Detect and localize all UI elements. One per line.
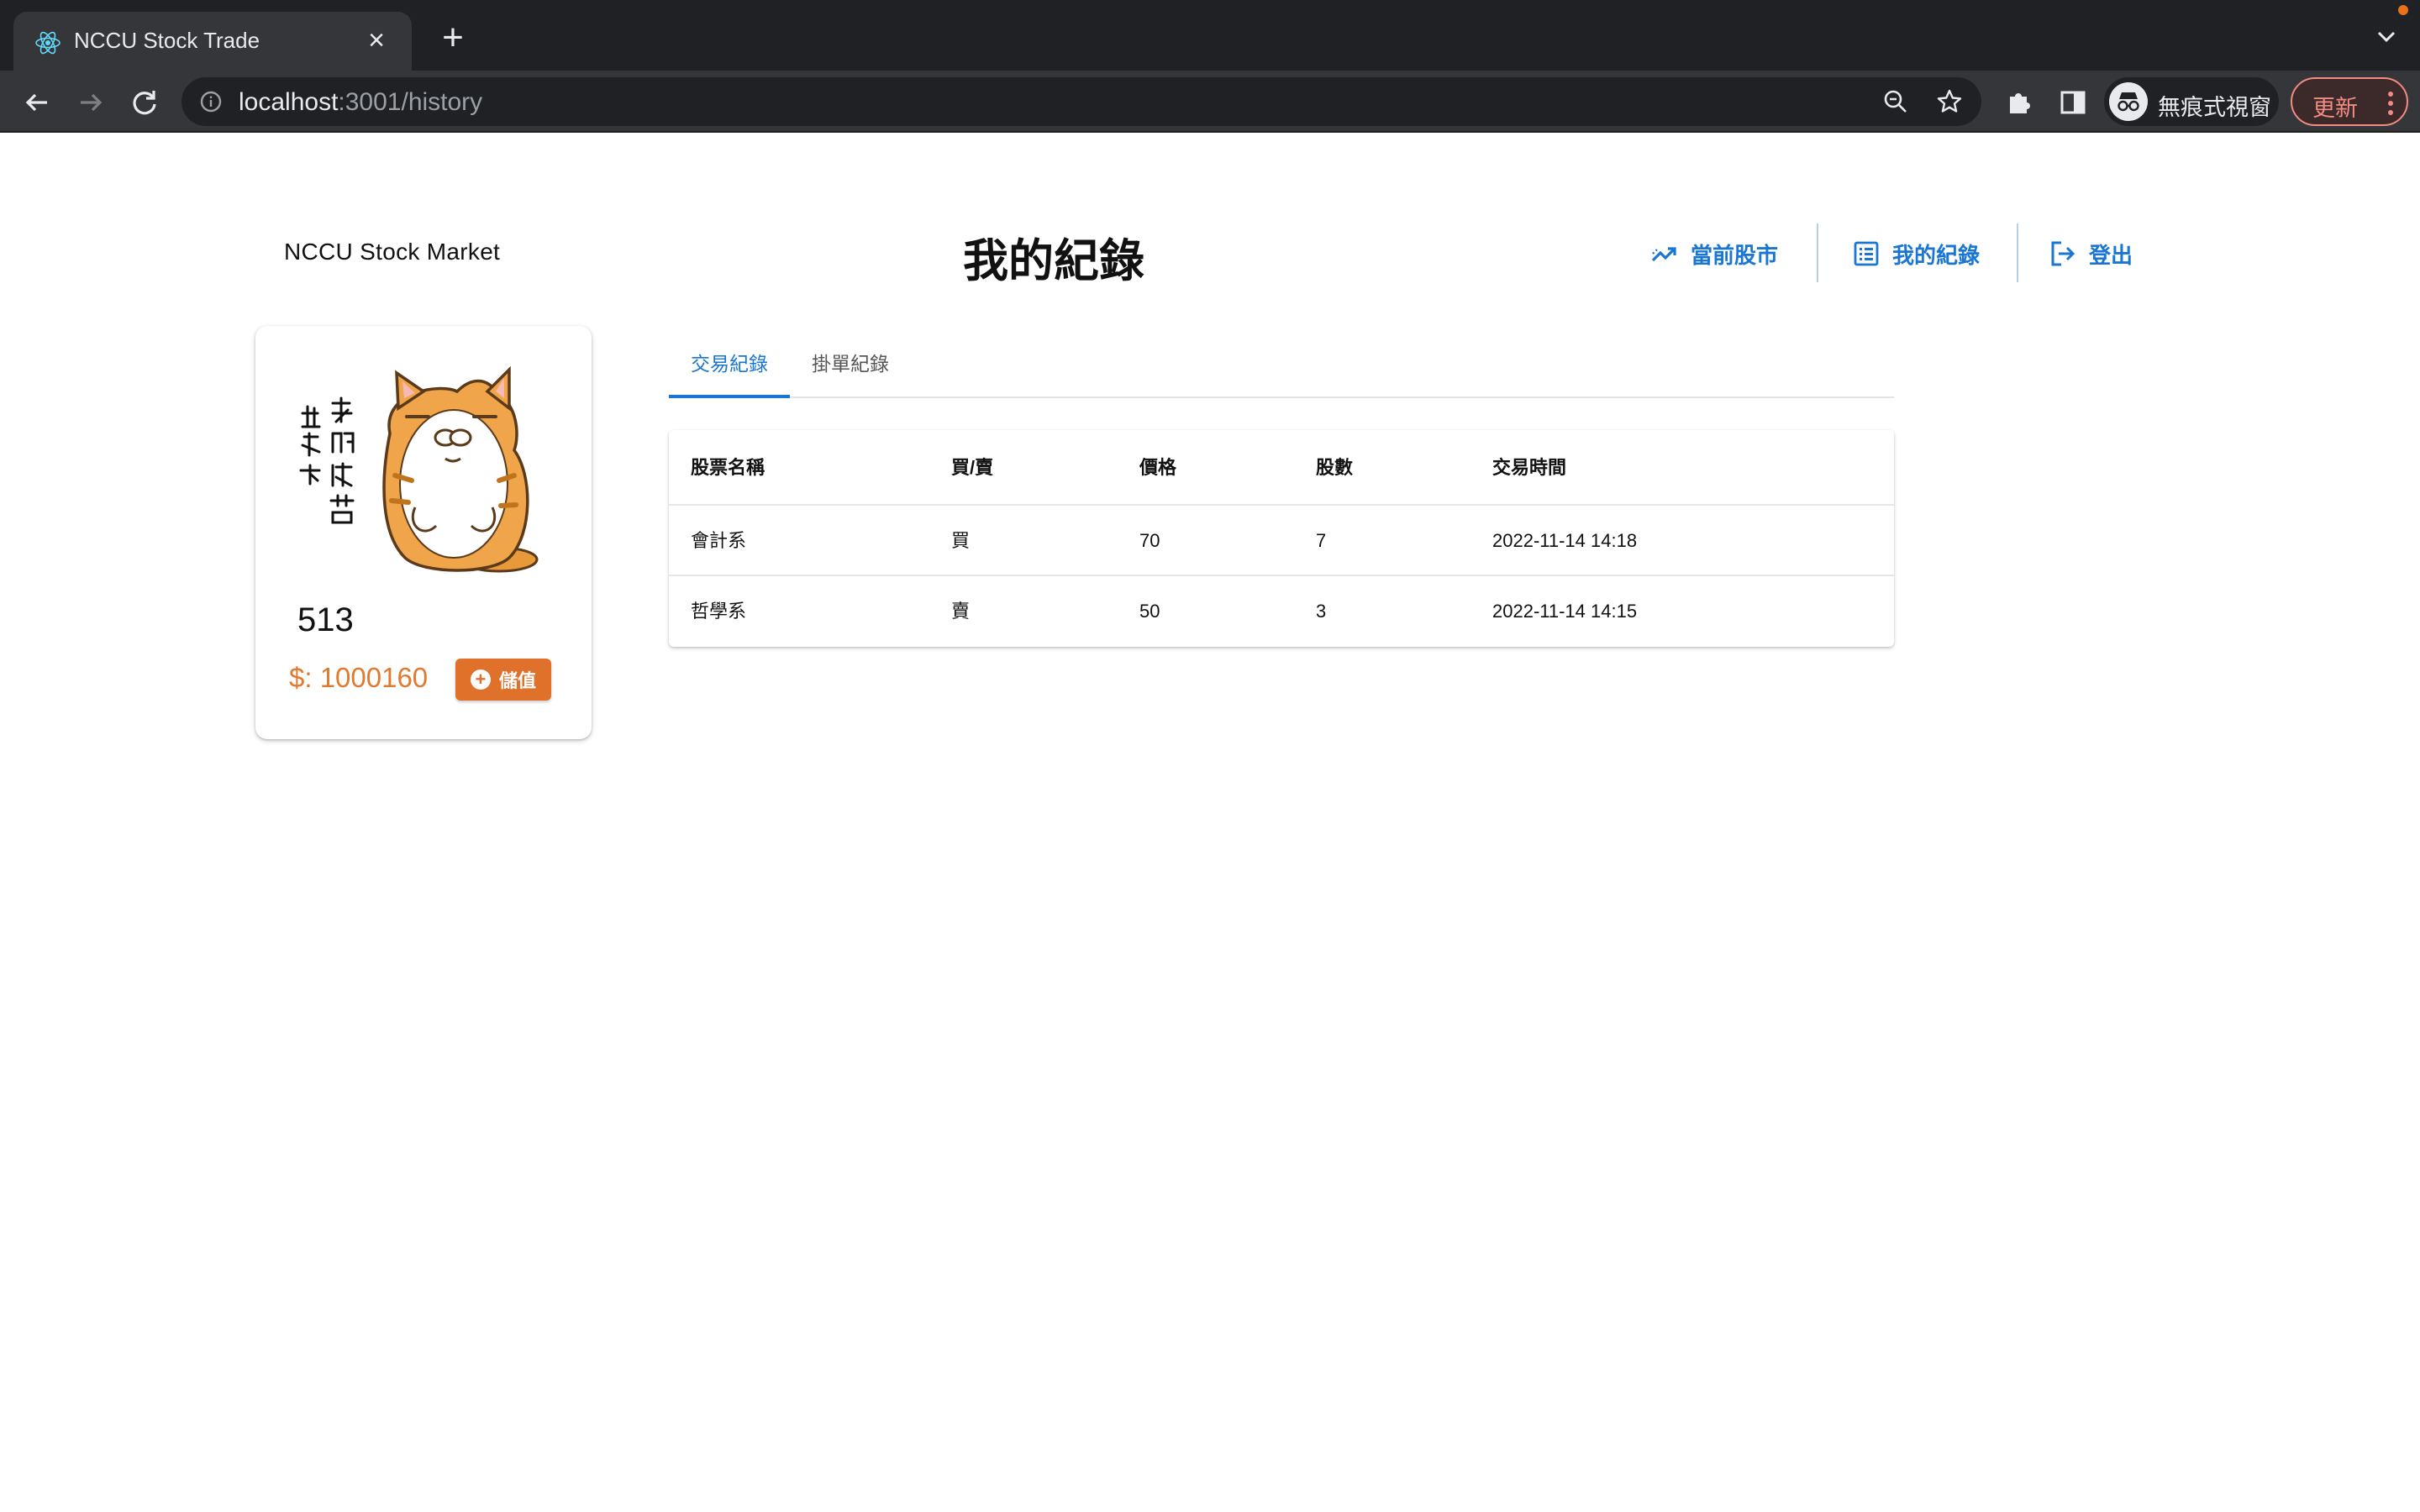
time-cell: 2022-11-14 14:15 xyxy=(1492,601,1638,622)
table-row: 哲學系 賣 50 3 2022-11-14 14:15 xyxy=(669,576,1894,647)
nav-market-label: 當前股市 xyxy=(1691,242,1779,268)
side-cell: 賣 xyxy=(951,601,971,622)
balance-text: $: 1000160 xyxy=(289,662,429,693)
incognito-profile-button[interactable]: 無痕式視窗 xyxy=(2104,77,2279,126)
browser-tab-title: NCCU Stock Trade xyxy=(74,28,260,53)
add-circle-icon: + xyxy=(470,669,491,690)
avatar xyxy=(289,358,556,585)
stock-name-cell: 哲學系 xyxy=(691,601,747,622)
browser-tab[interactable]: NCCU Stock Trade × xyxy=(13,12,412,71)
forward-arrow-icon[interactable] xyxy=(72,84,109,121)
zoom-icon[interactable] xyxy=(1882,88,1909,115)
reload-icon[interactable] xyxy=(126,84,163,121)
side-panel-icon[interactable] xyxy=(2057,87,2089,118)
update-button[interactable]: 更新 xyxy=(2291,77,2408,126)
browser-toolbar: localhost:3001/history 無痕式視窗 更新 xyxy=(0,71,2420,133)
column-header: 交易時間 xyxy=(1492,457,1567,478)
back-arrow-icon[interactable] xyxy=(18,84,55,121)
column-header: 股票名稱 xyxy=(691,457,765,478)
side-cell: 買 xyxy=(951,530,971,551)
info-icon[interactable] xyxy=(198,89,224,114)
column-header: 價格 xyxy=(1139,457,1177,478)
browser-tabstrip: NCCU Stock Trade × + xyxy=(0,0,2420,71)
notification-dot xyxy=(2398,5,2408,15)
incognito-icon xyxy=(2109,82,2148,121)
nav-divider xyxy=(1817,223,1818,282)
tab-transactions[interactable]: 交易紀錄 xyxy=(669,334,790,398)
bookmark-star-icon[interactable] xyxy=(1936,88,1963,115)
deposit-label: 儲值 xyxy=(498,670,536,691)
page-title: 我的紀錄 xyxy=(963,236,1144,286)
deposit-button[interactable]: + 儲值 xyxy=(455,659,551,701)
shares-cell: 3 xyxy=(1316,601,1327,622)
react-logo-icon xyxy=(35,31,60,55)
nav-divider xyxy=(2017,223,2018,282)
update-label: 更新 xyxy=(2312,96,2358,121)
more-menu-icon[interactable] xyxy=(2386,89,2395,118)
nav-market-link[interactable]: 當前股市 xyxy=(1650,237,1778,270)
price-cell: 70 xyxy=(1139,530,1160,551)
incognito-label: 無痕式視窗 xyxy=(2158,95,2271,120)
extensions-puzzle-icon[interactable] xyxy=(2003,87,2035,118)
nav-history-link[interactable]: 我的紀錄 xyxy=(1852,237,1980,270)
trending-up-icon xyxy=(1651,247,1676,262)
price-cell: 50 xyxy=(1139,601,1160,622)
transactions-table: 股票名稱 買/賣 價格 股數 交易時間 會計系 買 70 7 2022-11-1… xyxy=(669,430,1894,647)
chevron-down-icon[interactable] xyxy=(2371,22,2402,52)
table-row: 會計系 買 70 7 2022-11-14 14:18 xyxy=(669,506,1894,576)
address-bar[interactable]: localhost:3001/history xyxy=(182,77,1981,126)
tab-label: 交易紀錄 xyxy=(691,353,768,375)
brand-title[interactable]: NCCU Stock Market xyxy=(284,239,500,265)
nav-logout-link[interactable]: 登出 xyxy=(2049,237,2133,270)
url-text[interactable]: localhost:3001/history xyxy=(239,88,482,117)
column-header: 買/賣 xyxy=(951,457,994,478)
close-tab-icon[interactable]: × xyxy=(360,24,393,57)
history-tabs: 交易紀錄 掛單紀錄 xyxy=(669,334,1894,398)
nav-history-label: 我的紀錄 xyxy=(1892,242,1981,268)
nav-logout-label: 登出 xyxy=(2089,242,2133,268)
time-cell: 2022-11-14 14:18 xyxy=(1492,530,1638,551)
profile-card: 513 $: 1000160 + 儲值 xyxy=(255,326,592,739)
logout-icon xyxy=(2051,241,2075,266)
new-tab-icon[interactable]: + xyxy=(434,18,472,57)
user-id: 513 xyxy=(297,601,354,638)
tab-label: 掛單紀錄 xyxy=(812,353,889,375)
list-icon xyxy=(1854,241,1879,266)
tab-orders[interactable]: 掛單紀錄 xyxy=(790,334,911,398)
active-tab-indicator xyxy=(669,395,790,398)
shares-cell: 7 xyxy=(1316,530,1327,551)
column-header: 股數 xyxy=(1316,457,1354,478)
table-header-row: 股票名稱 買/賣 價格 股數 交易時間 xyxy=(669,430,1894,506)
stock-name-cell: 會計系 xyxy=(691,530,747,551)
